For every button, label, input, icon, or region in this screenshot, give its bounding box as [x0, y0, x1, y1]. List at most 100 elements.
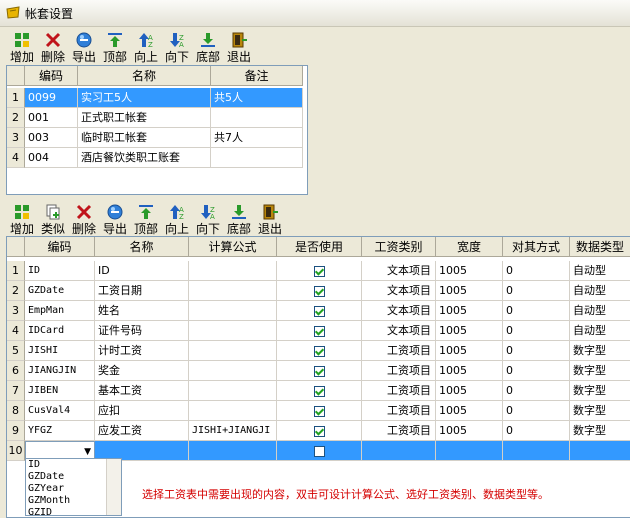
width-cell[interactable]: 1005: [436, 381, 503, 401]
empty-cell[interactable]: [570, 441, 630, 461]
name-cell[interactable]: ID: [95, 261, 189, 281]
table-row[interactable]: 2 GZDate 工资日期 文本项目 1005 0 自动型: [7, 281, 630, 301]
category-cell[interactable]: 文本项目: [362, 321, 436, 341]
column-header[interactable]: 计算公式: [189, 237, 277, 257]
formula-cell[interactable]: [189, 321, 277, 341]
category-cell[interactable]: 工资项目: [362, 361, 436, 381]
table-row[interactable]: 7 JIBEN 基本工资 工资项目 1005 0 数字型: [7, 381, 630, 401]
formula-cell[interactable]: [189, 281, 277, 301]
code-cell[interactable]: GZDate: [25, 281, 95, 301]
column-header[interactable]: 编码: [25, 237, 95, 257]
category-cell[interactable]: 文本项目: [362, 261, 436, 281]
code-cell[interactable]: 004: [25, 148, 78, 168]
category-cell[interactable]: 工资项目: [362, 381, 436, 401]
table-row[interactable]: 8 CusVal4 应扣 工资项目 1005 0 数字型: [7, 401, 630, 421]
name-cell[interactable]: 临时职工帐套: [78, 128, 211, 148]
dtype-cell[interactable]: 自动型: [570, 301, 630, 321]
bottom-button[interactable]: 底部: [192, 31, 224, 64]
dtype-cell[interactable]: 自动型: [570, 281, 630, 301]
account-grid[interactable]: 编码 名称 备注 1 0099 实习工5人 共5人 2 001 正式职工帐套 3 003 临时职工帐套共…: [6, 65, 308, 195]
code-cell[interactable]: JIANGJIN: [25, 361, 95, 381]
dtype-cell[interactable]: 数字型: [570, 341, 630, 361]
name-cell[interactable]: 计时工资: [95, 341, 189, 361]
table-row[interactable]: 4 004 酒店餐饮类职工账套: [7, 148, 307, 168]
code-cell[interactable]: CusVal4: [25, 401, 95, 421]
dropdown-scrollbar[interactable]: [106, 459, 121, 515]
name-cell[interactable]: 应发工资: [95, 421, 189, 441]
column-header[interactable]: 名称: [95, 237, 189, 257]
top-button[interactable]: 顶部: [130, 203, 162, 236]
name-cell[interactable]: 工资日期: [95, 281, 189, 301]
dtype-cell[interactable]: 自动型: [570, 321, 630, 341]
table-row[interactable]: 9 YFGZ 应发工资 JISHI+JIANGJI 工资项目 1005 0 数字型: [7, 421, 630, 441]
align-cell[interactable]: 0: [503, 361, 570, 381]
name-cell[interactable]: 奖金: [95, 361, 189, 381]
empty-cell[interactable]: [189, 441, 277, 461]
code-cell[interactable]: ID: [25, 261, 95, 281]
note-cell[interactable]: [211, 148, 303, 168]
used-cell[interactable]: [277, 341, 362, 361]
code-cell[interactable]: JISHI: [25, 341, 95, 361]
note-cell[interactable]: 共5人: [211, 88, 303, 108]
used-checkbox[interactable]: [313, 265, 325, 277]
dtype-cell[interactable]: 数字型: [570, 381, 630, 401]
exit-button[interactable]: 退出: [254, 203, 286, 236]
category-cell[interactable]: 文本项目: [362, 301, 436, 321]
name-cell[interactable]: 证件号码: [95, 321, 189, 341]
code-cell[interactable]: 003: [25, 128, 78, 148]
table-row[interactable]: 6 JIANGJIN 奖金 工资项目 1005 0 数字型: [7, 361, 630, 381]
name-cell[interactable]: 应扣: [95, 401, 189, 421]
used-checkbox[interactable]: [313, 365, 325, 377]
used-cell[interactable]: [277, 421, 362, 441]
width-cell[interactable]: 1005: [436, 421, 503, 441]
name-cell[interactable]: 姓名: [95, 301, 189, 321]
used-cell[interactable]: [277, 361, 362, 381]
category-cell[interactable]: 工资项目: [362, 401, 436, 421]
table-row[interactable]: 3 EmpMan 姓名 文本项目 1005 0 自动型: [7, 301, 630, 321]
column-header[interactable]: 数据类型: [570, 237, 630, 257]
align-cell[interactable]: 0: [503, 421, 570, 441]
table-row[interactable]: 3 003 临时职工帐套 共7人: [7, 128, 307, 148]
category-cell[interactable]: 文本项目: [362, 281, 436, 301]
used-cell[interactable]: [277, 381, 362, 401]
align-cell[interactable]: 0: [503, 381, 570, 401]
code-cell[interactable]: JIBEN: [25, 381, 95, 401]
code-cell[interactable]: IDCard: [25, 321, 95, 341]
table-row[interactable]: 5 JISHI 计时工资 工资项目 1005 0 数字型: [7, 341, 630, 361]
name-cell[interactable]: 酒店餐饮类职工账套: [78, 148, 211, 168]
table-row[interactable]: 4 IDCard 证件号码 文本项目 1005 0 自动型: [7, 321, 630, 341]
align-cell[interactable]: 0: [503, 401, 570, 421]
dtype-cell[interactable]: 自动型: [570, 261, 630, 281]
down-button[interactable]: Z A 向下: [161, 31, 193, 64]
name-cell[interactable]: 基本工资: [95, 381, 189, 401]
used-cell[interactable]: [277, 261, 362, 281]
used-cell[interactable]: [277, 301, 362, 321]
formula-cell[interactable]: JISHI+JIANGJI: [189, 421, 277, 441]
empty-cell[interactable]: [277, 441, 362, 461]
empty-cell[interactable]: [436, 441, 503, 461]
export-button[interactable]: 导出: [99, 203, 131, 236]
used-cell[interactable]: [277, 281, 362, 301]
used-checkbox[interactable]: [313, 405, 325, 417]
table-row[interactable]: 2 001 正式职工帐套: [7, 108, 307, 128]
align-cell[interactable]: 0: [503, 341, 570, 361]
exit-button[interactable]: 退出: [223, 31, 255, 64]
dtype-cell[interactable]: 数字型: [570, 401, 630, 421]
up-button[interactable]: A Z 向上: [161, 203, 193, 236]
column-header[interactable]: 备注: [211, 66, 303, 86]
code-cell[interactable]: 001: [25, 108, 78, 128]
used-cell[interactable]: [277, 401, 362, 421]
down-button[interactable]: Z A 向下: [192, 203, 224, 236]
delete-button[interactable]: 删除: [68, 203, 100, 236]
empty-cell[interactable]: [503, 441, 570, 461]
width-cell[interactable]: 1005: [436, 401, 503, 421]
code-cell[interactable]: EmpMan: [25, 301, 95, 321]
column-header[interactable]: 名称: [78, 66, 211, 86]
code-cell[interactable]: YFGZ: [25, 421, 95, 441]
formula-cell[interactable]: [189, 361, 277, 381]
width-cell[interactable]: 1005: [436, 321, 503, 341]
note-cell[interactable]: [211, 108, 303, 128]
column-header[interactable]: 是否使用: [277, 237, 362, 257]
note-cell[interactable]: 共7人: [211, 128, 303, 148]
bottom-button[interactable]: 底部: [223, 203, 255, 236]
